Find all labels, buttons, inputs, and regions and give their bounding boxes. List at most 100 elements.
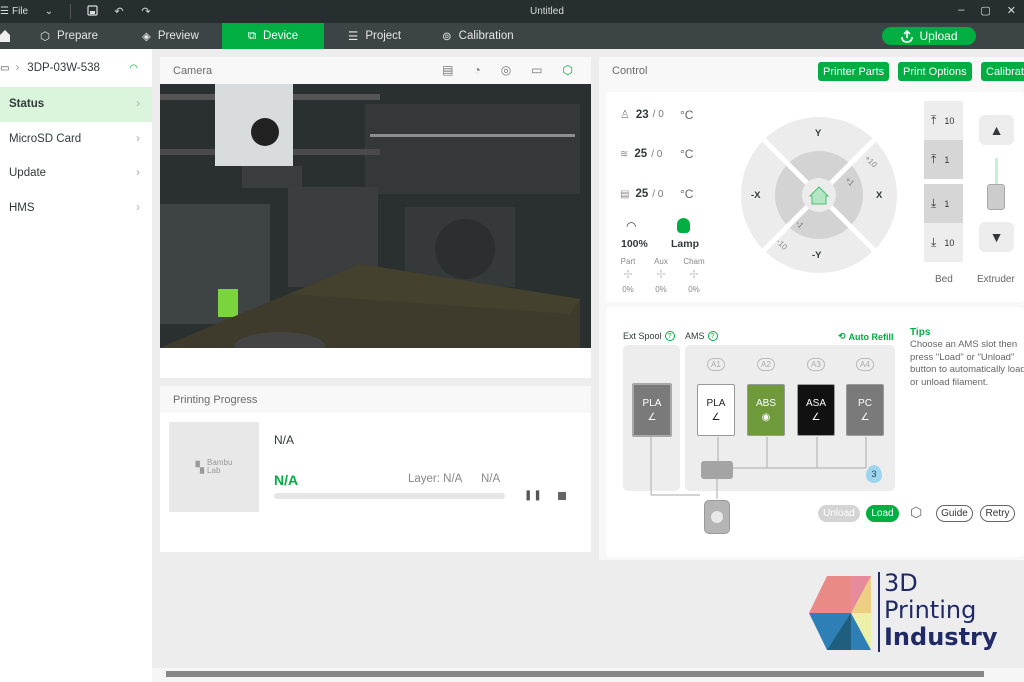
device-selector[interactable]: ▭ › 3DP-03W-538 ◠ [0,49,152,87]
extruder-down-button[interactable]: ▼ [979,222,1014,252]
refill-icon: ⟲ [838,331,846,341]
control-title: Control [612,64,648,77]
extruder-icon [987,184,1005,210]
ams-slot-id: A3 [807,358,825,371]
speed-value: 100% [621,238,648,250]
file-menu[interactable]: ☰ File [0,6,36,17]
tab-project[interactable]: ☰ Project [348,23,401,49]
bed-up-10-button[interactable]: ⤒ 10 [924,101,963,140]
save-icon[interactable] [85,4,99,19]
home-icon [0,30,10,42]
fan-chamber-value: 0% [688,285,700,294]
retry-button[interactable]: Retry [980,505,1015,522]
extruder-up-button[interactable]: ▲ [979,115,1014,145]
jog-x-plus[interactable]: X [876,190,882,201]
sidebar: ▭ › 3DP-03W-538 ◠ Status › MicroSD Card › … [0,49,152,682]
jog-x-minus[interactable]: -X [751,190,761,201]
bed-label: Bed [935,274,953,285]
record-icon[interactable]: ▭ [531,63,542,77]
guide-button[interactable]: Guide [936,505,973,522]
close-button[interactable]: ✕ [1007,4,1016,17]
speed-icon[interactable]: ◠ [626,219,636,233]
webcam-icon[interactable]: ◎ [501,63,511,77]
unload-button[interactable]: Unload [818,505,860,522]
fan-aux-icon[interactable]: ✢ [649,268,673,281]
minimize-button[interactable]: – [958,4,964,17]
sidebar-item-hms[interactable]: HMS › [0,191,152,226]
fan-part-icon[interactable]: ✢ [616,268,640,281]
title-bar: ☰ File ⌄ ↶ ↷ Untitled – ▢ ✕ [0,0,1024,23]
horizontal-scrollbar[interactable] [166,671,984,677]
tab-device[interactable]: ⧉ Device [222,23,324,49]
help-icon[interactable]: ? [664,331,675,341]
tab-prepare[interactable]: ⬡ Prepare [40,23,98,49]
humidity-icon[interactable]: 3 [866,465,882,483]
pause-button[interactable]: ❚❚ [524,490,543,501]
ams-slot-a2[interactable]: ABS ◉ [747,384,785,436]
bed-down-10-button[interactable]: ⤓ 10 [924,223,963,262]
upload-button[interactable]: Upload [882,27,976,45]
jog-y-minus[interactable]: -Y [812,250,822,261]
camera-feed [160,84,591,348]
ams-slot-a1[interactable]: PLA ∠ [697,384,735,436]
filament-line [995,158,998,186]
sidebar-item-update[interactable]: Update › [0,156,152,191]
printer-parts-button[interactable]: Printer Parts [818,62,890,81]
print-options-button[interactable]: Print Options [898,62,972,81]
filament-path [650,437,867,499]
camera-settings-icon[interactable]: ⬡ [563,63,573,77]
fan-chamber-icon[interactable]: ✢ [682,268,706,281]
window-title: Untitled [530,6,564,17]
upload-icon [901,29,914,43]
print-name: N/A [274,433,295,447]
triangle-up-icon: ▲ [989,122,1004,138]
heatbed-icon: ≋ [620,148,629,160]
load-button[interactable]: Load [866,505,899,522]
chamber-temp[interactable]: ▤ 25/ 0 °C [620,187,693,201]
edit-icon: ∠ [711,411,721,423]
device-icon: ⧉ [247,29,257,42]
tab-preview[interactable]: ◈ Preview [142,23,199,49]
lamp-icon[interactable] [677,218,690,233]
undo-icon[interactable]: ↶ [112,5,126,18]
edit-icon: ∠ [860,411,870,423]
timelapse-icon[interactable]: ◔ [473,63,480,77]
maximize-button[interactable]: ▢ [980,4,990,17]
ams-slot-a3[interactable]: ASA ∠ [797,384,835,436]
printing-progress-panel: Printing Progress ▚ Bambu Lab N/A N/A Lay… [160,386,591,552]
tab-calibration[interactable]: ⊚ Calibration [442,23,514,49]
ext-spool-slot[interactable]: PLA ∠ [632,383,672,437]
cube-icon: ⬡ [40,31,51,43]
chevron-right-icon: › [15,62,20,74]
ams-settings-icon[interactable]: ⬡ [910,504,922,521]
chevron-down-icon[interactable]: ⌄ [42,6,56,17]
tips-text: Choose an AMS slot then press "Load" or … [910,339,1024,388]
stop-print-button[interactable] [558,492,566,500]
print-percent: N/A [274,472,299,488]
toolhead-icon [704,500,730,534]
sd-card-icon[interactable]: ▤ [442,63,453,77]
lamp-label: Lamp [671,238,700,250]
progress-title: Printing Progress [173,393,258,406]
chevron-right-icon: › [136,167,140,180]
ams-slot-a4[interactable]: PC ∠ [846,384,884,436]
sidebar-item-status[interactable]: Status › [0,87,152,122]
jog-y-plus[interactable]: Y [815,128,821,139]
toolhead-nozzle [711,511,723,523]
nozzle-temp[interactable]: ♙ 23/ 0 °C [620,108,693,122]
chevron-right-icon: › [136,132,140,145]
arrow-up-icon: ⤒ [931,113,937,127]
bed-temp[interactable]: ≋ 25/ 0 °C [620,147,693,161]
help-icon[interactable]: ? [707,331,718,341]
home-tab[interactable] [0,23,14,49]
bed-controls: ⤒ 10 ⤒ 1 ⤓ 1 ⤓ 10 [924,101,963,262]
ams-label: AMS? [685,331,718,341]
bed-down-1-button[interactable]: ⤓ 1 [924,184,963,223]
auto-refill-button[interactable]: ⟲ Auto Refill [838,331,894,342]
sidebar-item-microsd[interactable]: MicroSD Card › [0,122,152,157]
chevron-right-icon: › [136,201,140,214]
main-tab-bar: ⬡ Prepare ◈ Preview ⧉ Device ☰ Project ⊚ Cali… [0,23,1024,49]
redo-icon[interactable]: ↷ [139,5,153,18]
bed-up-1-button[interactable]: ⤒ 1 [924,140,963,179]
calibration-button[interactable]: Calibration [981,62,1024,81]
